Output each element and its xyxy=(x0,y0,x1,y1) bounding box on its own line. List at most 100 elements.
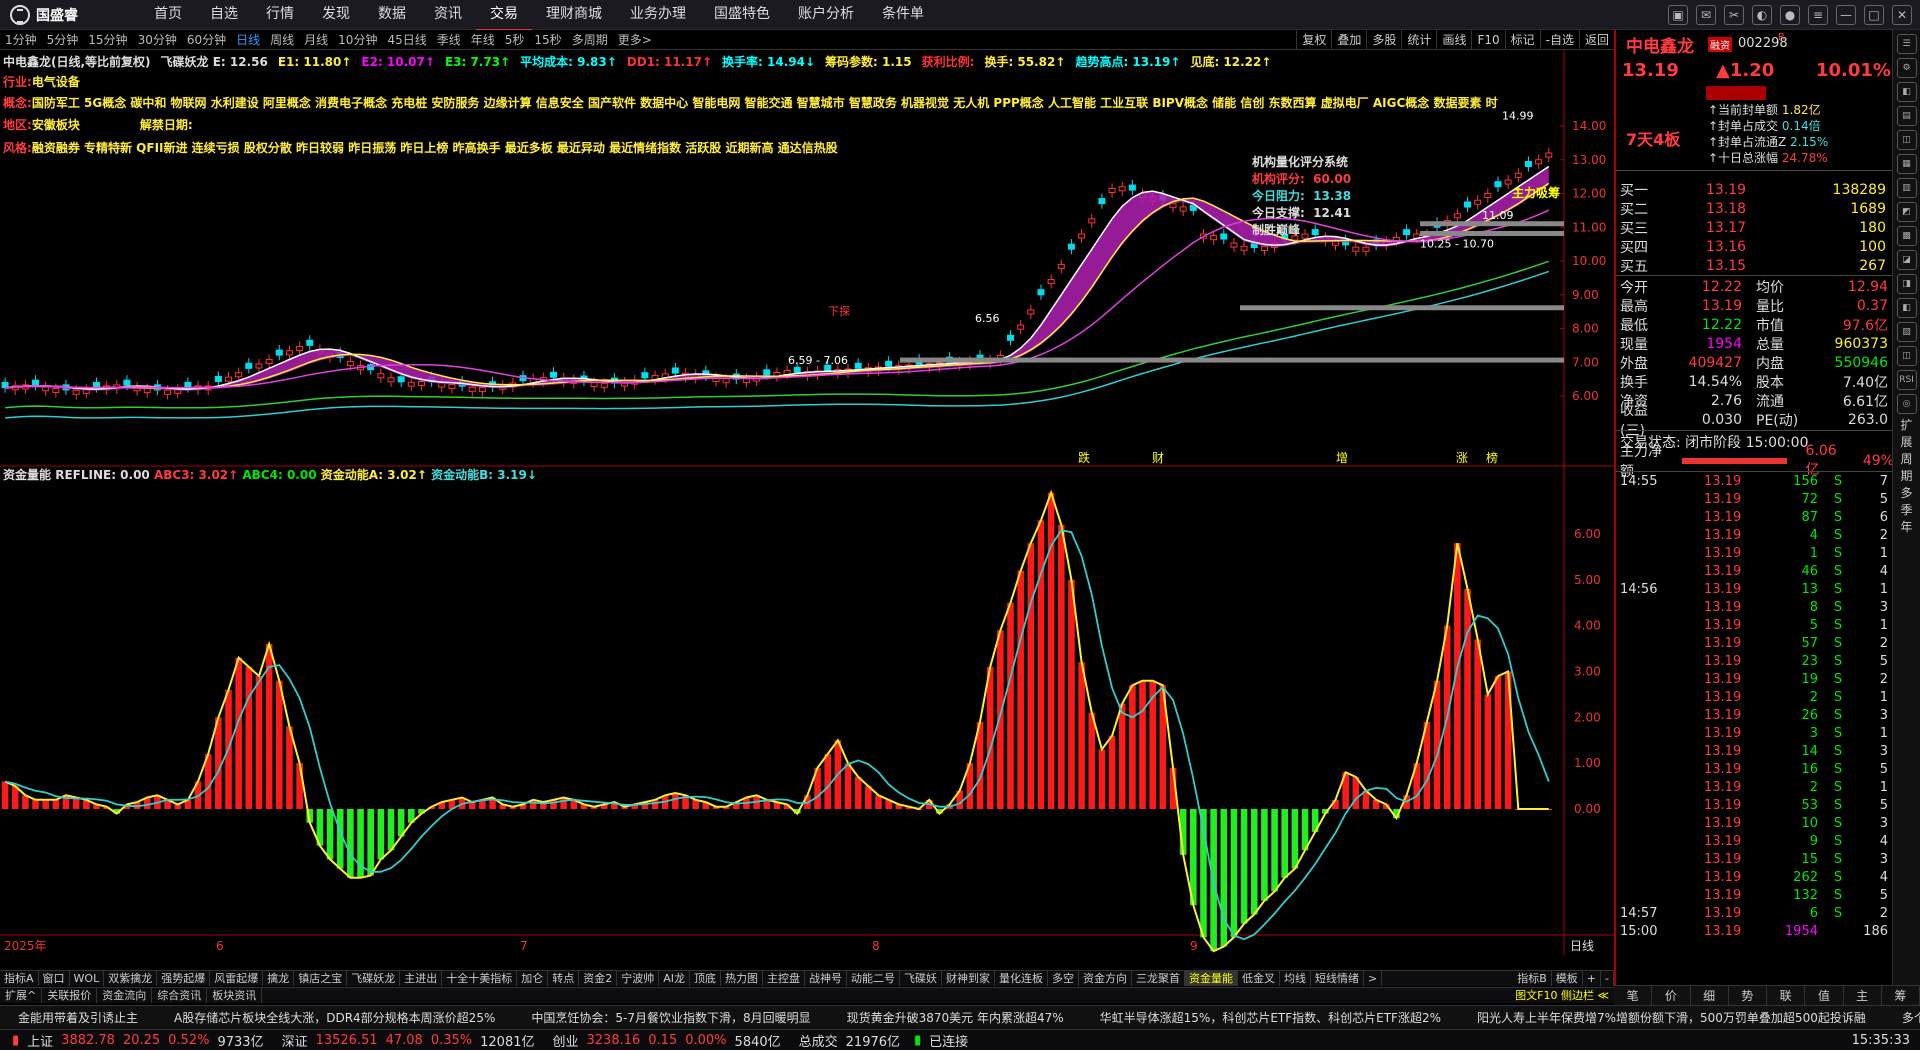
bid-row[interactable]: 买五 13.15 267 xyxy=(1616,256,1894,275)
menu-item-9[interactable]: 国盛特色 xyxy=(700,0,784,31)
indicator-tab-6[interactable]: 擒龙 xyxy=(263,971,295,986)
indicator-tab-27[interactable]: 资金量能 xyxy=(1184,971,1238,986)
sidebar-icon-1[interactable]: ⚙ xyxy=(1896,58,1917,78)
indicator-tab-29[interactable]: 均线 xyxy=(1280,971,1311,986)
chart-tool-1[interactable]: 叠加 xyxy=(1331,30,1366,50)
indicator-tab-4[interactable]: 强势起爆 xyxy=(157,971,211,986)
f10-tag[interactable]: 图文F10 侧边栏 ≪ xyxy=(1510,988,1614,1003)
indicator-tab-right-2[interactable]: + xyxy=(1583,971,1602,986)
indicator-tab-1[interactable]: 窗口 xyxy=(39,971,70,986)
period-10[interactable]: 季线 xyxy=(432,31,466,48)
menu-item-8[interactable]: 业务办理 xyxy=(616,0,700,31)
period-9[interactable]: 45日线 xyxy=(382,31,431,48)
chart-tool-3[interactable]: 统计 xyxy=(1401,30,1436,50)
indicator-tab-8[interactable]: 飞碟妖龙 xyxy=(347,971,401,986)
sidebar-icon-12[interactable]: ▨ xyxy=(1896,322,1917,342)
period-3[interactable]: 30分钟 xyxy=(133,31,182,48)
indicator-tab-17[interactable]: 热力图 xyxy=(721,971,763,986)
sidebar-icon-7[interactable]: ◩ xyxy=(1896,202,1917,222)
indicator-tab-30[interactable]: 短线情绪 xyxy=(1311,971,1364,986)
menu-item-6[interactable]: 交易 xyxy=(476,0,532,31)
sub-tab-1[interactable]: 关联报价 xyxy=(42,988,98,1003)
period-11[interactable]: 年线 xyxy=(466,31,500,48)
indicator-tab-23[interactable]: 量化连板 xyxy=(995,971,1048,986)
skin-icon[interactable]: ◐ xyxy=(1752,5,1772,25)
sub-tab-3[interactable]: 综合资讯 xyxy=(152,988,208,1003)
quote-tab-1[interactable]: 价 xyxy=(1652,986,1691,1005)
indicator-tab-14[interactable]: 宁波帅 xyxy=(617,971,660,986)
minimize-icon[interactable]: — xyxy=(1836,5,1856,25)
indicator-tab-31[interactable]: > xyxy=(1364,971,1383,986)
menu-item-5[interactable]: 资讯 xyxy=(420,0,476,31)
tick-list[interactable]: 14:55 13.19 156 S 7 13.19 72 S 5 13.19 87 S 6 13.19 4 S… xyxy=(1616,472,1894,940)
indicator-tab-right-3[interactable]: - xyxy=(1601,971,1614,986)
news-item[interactable]: A股存储芯片板块全线大涨，DDR4部分规格本周涨价超25% xyxy=(156,1009,513,1026)
indicator-tab-25[interactable]: 资金方向 xyxy=(1079,971,1132,986)
chat-icon[interactable]: ▣ xyxy=(1668,5,1688,25)
news-item[interactable]: 多个新茶饮品牌 xyxy=(1884,1009,1920,1026)
sidebar-icon-6[interactable]: ▥ xyxy=(1896,178,1917,198)
indicator-tab-15[interactable]: AI龙 xyxy=(659,971,690,986)
indicator-tab-2[interactable]: WOL xyxy=(70,971,105,986)
indicator-tab-26[interactable]: 三龙聚首 xyxy=(1132,971,1185,986)
quote-tab-2[interactable]: 细 xyxy=(1691,986,1729,1005)
quote-tab-5[interactable]: 值 xyxy=(1805,986,1844,1005)
news-item[interactable]: 华虹半导体涨超15%，科创芯片ETF指数、科创芯片ETF涨超2% xyxy=(1082,1009,1459,1026)
menu-item-2[interactable]: 行情 xyxy=(252,0,308,31)
period-0[interactable]: 1分钟 xyxy=(0,31,42,48)
indicator-tab-7[interactable]: 镇店之宝 xyxy=(294,971,348,986)
menu-item-0[interactable]: 首页 xyxy=(140,0,196,31)
bid-row[interactable]: 买三 13.17 180 xyxy=(1616,218,1894,237)
period-1[interactable]: 5分钟 xyxy=(42,31,84,48)
indicator-tab-24[interactable]: 多空 xyxy=(1048,971,1079,986)
indicator-tab-5[interactable]: 风雷起爆 xyxy=(210,971,264,986)
indicator-tab-right-1[interactable]: 模板 xyxy=(1552,971,1583,986)
period-4[interactable]: 60分钟 xyxy=(182,31,231,48)
indicator-tab-28[interactable]: 低金叉 xyxy=(1238,971,1280,986)
menu-item-1[interactable]: 自选 xyxy=(196,0,252,31)
indicator-tab-19[interactable]: 战神号 xyxy=(805,971,847,986)
period-13[interactable]: 15秒 xyxy=(529,31,566,48)
chart-tool-4[interactable]: 画线 xyxy=(1436,30,1471,50)
indicator-tab-9[interactable]: 主进出 xyxy=(400,971,443,986)
sidebar-icon-5[interactable]: ▦ xyxy=(1896,154,1917,174)
sub-tab-4[interactable]: 板块资讯 xyxy=(207,988,263,1003)
sidebar-icon-13[interactable]: ◫ xyxy=(1896,346,1917,366)
chart-tool-6[interactable]: 标记 xyxy=(1504,30,1540,50)
indicator-tab-13[interactable]: 资金2 xyxy=(579,971,618,986)
period-15[interactable]: 更多> xyxy=(613,31,657,48)
indicator-tab-10[interactable]: 十全十美指标 xyxy=(442,971,518,986)
quote-tab-4[interactable]: 联 xyxy=(1767,986,1806,1005)
menu-item-10[interactable]: 账户分析 xyxy=(784,0,868,31)
cy-label[interactable]: 创业 xyxy=(549,1031,583,1050)
period-5[interactable]: 日线 xyxy=(231,31,265,48)
indicator-tab-right-0[interactable]: 指标B xyxy=(1513,971,1552,986)
sidebar-vertical-label[interactable]: 扩展周期多季年 xyxy=(1897,418,1917,535)
menu-item-11[interactable]: 条件单 xyxy=(868,0,938,31)
sidebar-icon-8[interactable]: ▩ xyxy=(1896,226,1917,246)
menu-item-7[interactable]: 理财商城 xyxy=(532,0,616,31)
bid-row[interactable]: 买一 13.19 138289 xyxy=(1616,180,1894,199)
period-14[interactable]: 多周期 xyxy=(567,31,613,48)
period-8[interactable]: 10分钟 xyxy=(333,31,382,48)
tools-icon[interactable]: ✂ xyxy=(1724,5,1744,25)
chart-tool-7[interactable]: -自选 xyxy=(1539,30,1579,50)
chart-tool-8[interactable]: 返回 xyxy=(1578,30,1614,50)
app-logo[interactable]: 国盛睿 xyxy=(0,4,130,25)
sidebar-icon-4[interactable]: ◫ xyxy=(1896,130,1917,150)
sub-indicator-name[interactable]: 资金量能 xyxy=(3,468,51,482)
news-item[interactable]: 中国烹饪协会：5-7月餐饮业指数下滑，8月回暖明显 xyxy=(513,1009,828,1026)
sub-tab-2[interactable]: 资金流向 xyxy=(97,988,153,1003)
news-item[interactable]: 金能用带着及引诱止主 xyxy=(0,1009,156,1026)
sub-tab-0[interactable]: 扩展^ xyxy=(0,988,43,1003)
quote-tab-7[interactable]: 筹 xyxy=(1882,986,1920,1005)
indicator-tab-0[interactable]: 指标A xyxy=(0,971,39,986)
menu-item-3[interactable]: 发现 xyxy=(308,0,364,31)
sidebar-icon-10[interactable]: ◨ xyxy=(1896,274,1917,294)
news-item[interactable]: 阳光人寿上半年保费增7%增额份额下滑，500万罚单叠加超500起投诉融 xyxy=(1459,1009,1884,1026)
chart-canvas[interactable]: 14.00 13.00 12.00 11.00 10.00 9.00 8.00 7.00 6.0… xyxy=(0,50,1614,955)
message-icon[interactable]: ✉ xyxy=(1696,5,1716,25)
quote-tab-6[interactable]: 主 xyxy=(1844,986,1882,1005)
news-item[interactable]: 现货黄金升破3870美元 年内累涨超47% xyxy=(829,1009,1082,1026)
sz-label[interactable]: 深证 xyxy=(278,1031,312,1050)
